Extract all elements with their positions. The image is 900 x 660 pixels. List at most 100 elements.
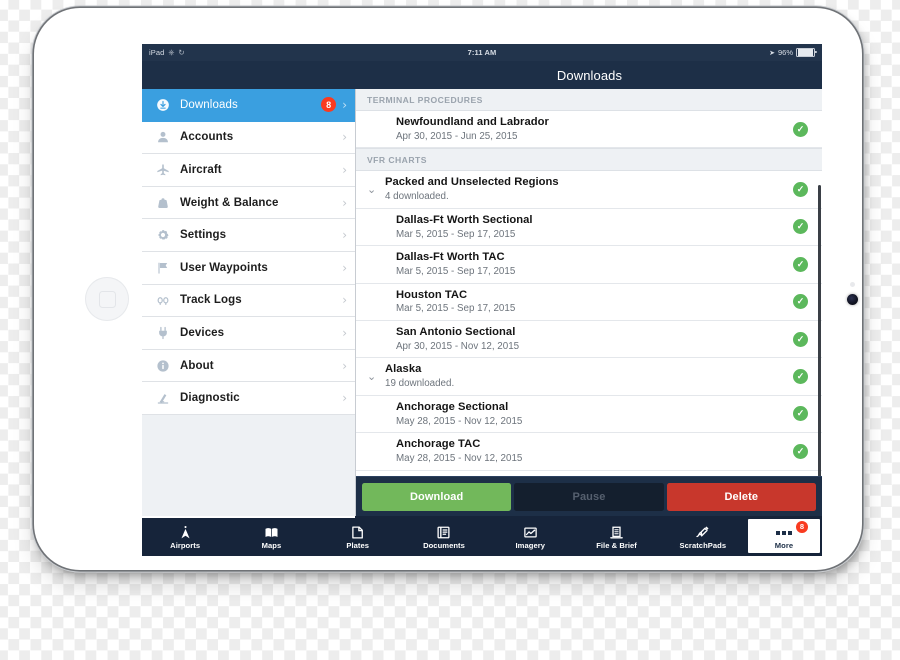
battery-percent: 96% bbox=[777, 48, 793, 57]
tab-label: Documents bbox=[423, 541, 465, 551]
row-title: Dallas-Ft Worth TAC bbox=[396, 251, 505, 264]
tab-label: Plates bbox=[346, 541, 370, 551]
main-panel: TERMINAL PROCEDURES Newfoundland and Labr… bbox=[356, 89, 822, 516]
downloaded-check-icon: ✓ bbox=[793, 406, 808, 422]
tab-scratchpads[interactable]: ScratchPads bbox=[660, 516, 746, 556]
ambient-sensor bbox=[850, 282, 855, 287]
sidebar-item-track-logs[interactable]: Track Logs › bbox=[142, 284, 355, 318]
sidebar-item-label: Track Logs bbox=[180, 294, 242, 307]
delete-button[interactable]: Delete bbox=[666, 482, 816, 511]
download-item-row[interactable]: Newfoundland and Labrador Apr 30, 2015 - … bbox=[356, 111, 822, 149]
location-arrow-icon: ➤ bbox=[769, 49, 775, 57]
row-title: San Antonio Sectional bbox=[396, 326, 516, 339]
sidebar-item-weight-balance[interactable]: Weight & Balance › bbox=[142, 186, 355, 220]
tab-bar: Airports Maps Plates Documents Imagery File &… bbox=[142, 516, 822, 556]
download-group-row[interactable]: ⌄ Packed and Unselected Regions 4 download… bbox=[356, 171, 822, 209]
file-brief-icon bbox=[609, 524, 624, 541]
row-text-block: San Antonio Sectional Apr 30, 2015 - Nov … bbox=[396, 326, 793, 352]
row-text-block: Alaska 19 downloaded. bbox=[385, 363, 793, 389]
home-button[interactable] bbox=[85, 277, 129, 321]
row-title: Packed and Unselected Regions bbox=[385, 176, 559, 189]
sidebar-item-diagnostic[interactable]: Diagnostic › bbox=[142, 382, 355, 415]
download-group-row[interactable]: ⌄ Alaska 19 downloaded. ✓ bbox=[356, 358, 822, 396]
download-item-row[interactable]: Dallas-Ft Worth TAC Mar 5, 2015 - Sep 17,… bbox=[356, 246, 822, 284]
row-subtitle: Apr 30, 2015 - Jun 25, 2015 bbox=[396, 130, 518, 142]
chevron-right-icon: › bbox=[342, 162, 347, 177]
download-item-row[interactable]: Anchorage TAC May 28, 2015 - Nov 12, 2015… bbox=[356, 433, 822, 471]
imagery-chart-icon bbox=[523, 524, 538, 541]
pause-button[interactable]: Pause bbox=[514, 482, 664, 511]
download-button[interactable]: Download bbox=[362, 482, 512, 511]
tab-imagery[interactable]: Imagery bbox=[487, 516, 573, 556]
row-text-block: Dallas-Ft Worth Sectional Mar 5, 2015 - S… bbox=[396, 214, 793, 240]
front-camera bbox=[847, 294, 858, 305]
downloads-list[interactable]: TERMINAL PROCEDURES Newfoundland and Labr… bbox=[356, 89, 822, 476]
row-text-block: Packed and Unselected Regions 4 downloade… bbox=[385, 176, 793, 202]
download-item-row[interactable]: Dallas-Ft Worth Sectional Mar 5, 2015 - S… bbox=[356, 208, 822, 247]
downloaded-check-icon: ✓ bbox=[793, 294, 808, 310]
sidebar-item-label: User Waypoints bbox=[180, 261, 268, 274]
row-title: Newfoundland and Labrador bbox=[396, 116, 549, 129]
airplane-icon bbox=[154, 163, 171, 177]
tab-airports[interactable]: Airports bbox=[142, 516, 228, 556]
sidebar-item-user-waypoints[interactable]: User Waypoints › bbox=[142, 251, 355, 285]
download-item-row[interactable]: San Antonio Sectional Apr 30, 2015 - Nov … bbox=[356, 320, 822, 359]
row-subtitle: May 28, 2015 - Nov 12, 2015 bbox=[396, 415, 523, 427]
flag-icon bbox=[154, 261, 171, 275]
sidebar-item-label: Accounts bbox=[180, 131, 234, 144]
sidebar-item-about[interactable]: About › bbox=[142, 349, 355, 383]
downloaded-check-icon: ✓ bbox=[793, 182, 808, 198]
sidebar-item-settings[interactable]: Settings › bbox=[142, 219, 355, 252]
sidebar-item-aircraft[interactable]: Aircraft › bbox=[142, 154, 355, 187]
downloaded-check-icon: ✓ bbox=[793, 443, 808, 459]
track-log-icon bbox=[154, 293, 171, 307]
tab-badge: 8 bbox=[795, 521, 808, 533]
chevron-right-icon: › bbox=[342, 195, 347, 210]
row-title: Anchorage Sectional bbox=[396, 400, 509, 413]
download-item-row[interactable]: Houston TAC Mar 5, 2015 - Sep 17, 2015 ✓ bbox=[356, 283, 822, 321]
pen-scratchpad-icon bbox=[695, 524, 710, 541]
chevron-right-icon: › bbox=[342, 358, 347, 373]
row-subtitle: Mar 5, 2015 - Sep 17, 2015 bbox=[396, 265, 516, 277]
content-split: Downloads 8 › Accounts › Aircraft › Weight & Ba… bbox=[142, 89, 822, 516]
action-bar: Download Pause Delete bbox=[356, 476, 822, 516]
status-bar-right: ➤ 96% bbox=[769, 47, 817, 58]
row-text-block: Anchorage Sectional May 28, 2015 - Nov 12… bbox=[396, 401, 793, 427]
chevron-right-icon: › bbox=[342, 293, 347, 308]
row-subtitle: Apr 30, 2015 - Nov 12, 2015 bbox=[396, 340, 520, 352]
chevron-down-icon[interactable]: ⌄ bbox=[367, 184, 382, 195]
open-map-icon bbox=[264, 524, 279, 541]
sidebar-item-label: About bbox=[180, 359, 214, 372]
compass-rose-icon bbox=[178, 524, 193, 541]
download-item-row[interactable]: Anchorage Sectional May 28, 2015 - Nov 12… bbox=[356, 395, 822, 434]
vertical-scrollbar[interactable] bbox=[818, 185, 821, 476]
sidebar-empty-area bbox=[142, 414, 355, 516]
chevron-right-icon: › bbox=[342, 260, 347, 275]
tab-plates[interactable]: Plates bbox=[315, 516, 401, 556]
downloaded-check-icon: ✓ bbox=[793, 256, 808, 272]
battery-icon bbox=[796, 47, 817, 58]
tab-label: More bbox=[774, 541, 794, 551]
tab-label: Imagery bbox=[515, 541, 545, 551]
tab-file-brief[interactable]: File & Brief bbox=[573, 516, 659, 556]
chevron-right-icon: › bbox=[342, 97, 347, 112]
download-circle-icon bbox=[154, 98, 171, 112]
row-text-block: Houston TAC Mar 5, 2015 - Sep 17, 2015 bbox=[396, 289, 793, 315]
sidebar-item-label: Aircraft bbox=[180, 163, 222, 176]
tab-documents[interactable]: Documents bbox=[401, 516, 487, 556]
chevron-down-icon[interactable]: ⌄ bbox=[367, 371, 382, 382]
sidebar-item-downloads[interactable]: Downloads 8 › bbox=[142, 89, 355, 122]
page-title: Downloads bbox=[556, 67, 623, 83]
status-bar: iPad ⎈ ↻ 7:11 AM ➤ 96% bbox=[142, 44, 822, 61]
tab-maps[interactable]: Maps bbox=[228, 516, 314, 556]
tab-bar-items: Airports Maps Plates Documents Imagery File &… bbox=[142, 516, 822, 556]
chevron-right-icon: › bbox=[342, 325, 347, 340]
row-subtitle: 19 downloaded. bbox=[385, 378, 455, 390]
tab-more[interactable]: More 8 bbox=[747, 519, 820, 553]
chevron-right-icon: › bbox=[342, 130, 347, 145]
sidebar-item-devices[interactable]: Devices › bbox=[142, 317, 355, 350]
section-header: VFR CHARTS bbox=[356, 148, 822, 172]
weight-icon bbox=[154, 196, 171, 210]
sidebar-item-accounts[interactable]: Accounts › bbox=[142, 121, 355, 155]
status-bar-time: 7:11 AM bbox=[467, 48, 497, 57]
